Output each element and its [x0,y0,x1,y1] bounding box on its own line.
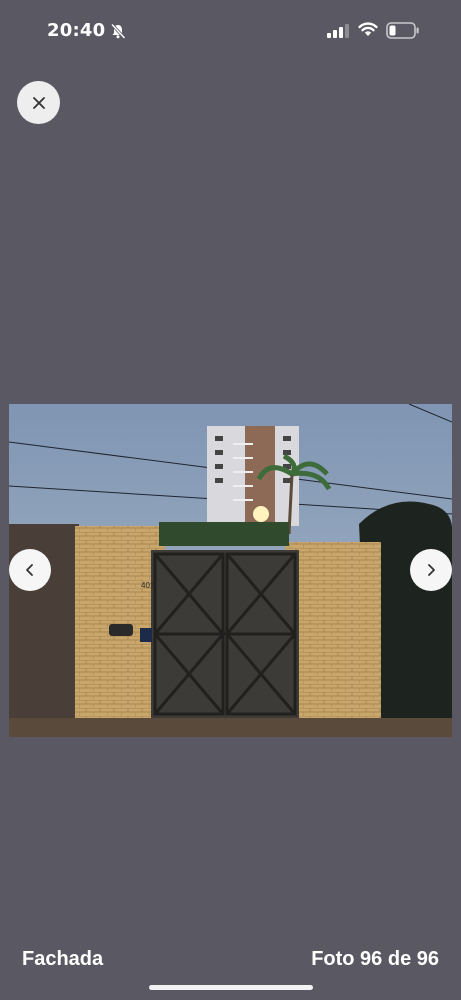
home-indicator[interactable] [149,985,313,990]
status-bar: 20:40 [0,0,461,62]
battery-icon [386,22,419,39]
chevron-left-icon [26,564,33,576]
close-icon [32,96,45,109]
wifi-icon [358,22,378,36]
previous-photo-button[interactable] [9,549,51,591]
house-number: 401 [141,581,155,590]
cellular-signal-icon [327,24,349,38]
photo-counter: Foto 96 de 96 [311,948,439,970]
status-time: 20:40 [47,20,106,41]
chevron-right-icon [428,564,435,576]
property-photo: 401 [9,404,452,737]
close-button[interactable] [17,81,60,124]
photo-caption: Fachada [22,948,104,970]
facade-image: 401 [9,404,452,737]
bell-slash-icon [110,23,126,39]
next-photo-button[interactable] [410,549,452,591]
